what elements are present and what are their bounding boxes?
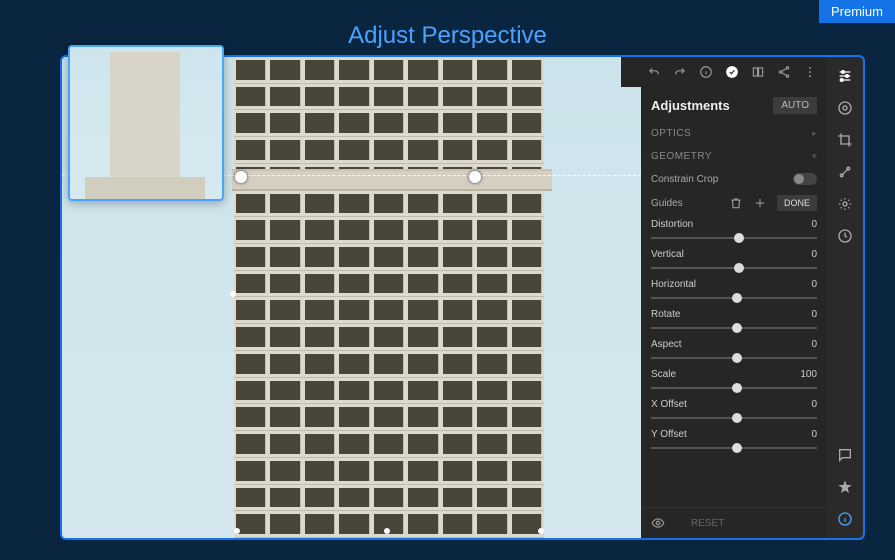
redo-icon[interactable] [673, 65, 687, 79]
slider-label: Rotate [651, 309, 680, 320]
guide-handle-left[interactable] [234, 170, 248, 184]
slider-value: 0 [811, 399, 817, 410]
undo-icon[interactable] [647, 65, 661, 79]
color-icon[interactable] [836, 99, 854, 117]
add-guide-icon[interactable] [753, 196, 767, 210]
page-title: Adjust Perspective [348, 22, 547, 50]
chevron-down-icon: ▾ [812, 151, 817, 162]
slider-label: Scale [651, 369, 676, 380]
slider-track[interactable] [651, 442, 817, 454]
top-toolbar [621, 57, 827, 87]
slider-y-offset: Y Offset 0 [641, 426, 827, 456]
slider-value: 0 [811, 279, 817, 290]
crop-corner[interactable] [234, 528, 240, 534]
comment-icon[interactable] [836, 446, 854, 464]
slider-rotate: Rotate 0 [641, 306, 827, 336]
slider-value: 0 [811, 309, 817, 320]
slider-label: Distortion [651, 219, 693, 230]
geometry-label: GEOMETRY [651, 151, 712, 162]
building-cornice [232, 169, 552, 191]
history-icon[interactable] [836, 227, 854, 245]
section-geometry[interactable]: GEOMETRY ▾ [641, 145, 827, 168]
slider-track[interactable] [651, 292, 817, 304]
slider-thumb[interactable] [734, 263, 744, 273]
slider-thumb[interactable] [732, 293, 742, 303]
menu-icon[interactable] [803, 65, 817, 79]
confirm-icon[interactable] [725, 65, 739, 79]
premium-badge: Premium [819, 0, 895, 23]
slider-thumb[interactable] [732, 443, 742, 453]
heal-icon[interactable] [836, 163, 854, 181]
slider-value: 0 [811, 339, 817, 350]
slider-value: 0 [811, 249, 817, 260]
slider-thumb[interactable] [732, 353, 742, 363]
slider-track[interactable] [651, 262, 817, 274]
slider-thumb[interactable] [732, 323, 742, 333]
building-image [234, 57, 544, 538]
slider-value: 0 [811, 219, 817, 230]
slider-track[interactable] [651, 352, 817, 364]
slider-track[interactable] [651, 382, 817, 394]
info-icon[interactable] [699, 65, 713, 79]
adjust-icon[interactable] [836, 67, 854, 85]
slider-x-offset: X Offset 0 [641, 396, 827, 426]
optics-label: OPTICS [651, 128, 691, 139]
slider-label: X Offset [651, 399, 687, 410]
thumbnail-preview[interactable] [68, 45, 224, 201]
constrain-crop-toggle[interactable] [793, 173, 817, 185]
slider-label: Aspect [651, 339, 682, 350]
slider-label: Vertical [651, 249, 684, 260]
slider-value: 100 [800, 369, 817, 380]
slider-horizontal: Horizontal 0 [641, 276, 827, 306]
constrain-crop-label: Constrain Crop [651, 174, 718, 185]
preset-icon[interactable] [836, 195, 854, 213]
compare-icon[interactable] [751, 65, 765, 79]
slider-thumb[interactable] [732, 383, 742, 393]
adjustments-panel: Adjustments AUTO OPTICS ▸ GEOMETRY ▾ Con… [641, 57, 827, 538]
done-button[interactable]: DONE [777, 195, 817, 211]
guides-label: Guides [651, 198, 683, 209]
crop-edge[interactable] [230, 291, 236, 297]
trash-icon[interactable] [729, 196, 743, 210]
slider-thumb[interactable] [734, 233, 744, 243]
crop-corner[interactable] [384, 528, 390, 534]
slider-scale: Scale 100 [641, 366, 827, 396]
auto-button[interactable]: AUTO [773, 97, 817, 114]
slider-aspect: Aspect 0 [641, 336, 827, 366]
guide-handle-right[interactable] [468, 170, 482, 184]
star-icon[interactable] [836, 478, 854, 496]
slider-vertical: Vertical 0 [641, 246, 827, 276]
slider-thumb[interactable] [732, 413, 742, 423]
panel-title: Adjustments [651, 98, 730, 113]
info-icon[interactable] [836, 510, 854, 528]
eye-icon[interactable] [651, 516, 665, 530]
chevron-right-icon: ▸ [812, 128, 817, 139]
slider-track[interactable] [651, 232, 817, 244]
slider-track[interactable] [651, 322, 817, 334]
right-toolbar [827, 57, 863, 538]
share-icon[interactable] [777, 65, 791, 79]
slider-label: Horizontal [651, 279, 696, 290]
slider-distortion: Distortion 0 [641, 216, 827, 246]
reset-button[interactable]: RESET [691, 518, 724, 529]
slider-value: 0 [811, 429, 817, 440]
slider-label: Y Offset [651, 429, 687, 440]
crop-icon[interactable] [836, 131, 854, 149]
slider-track[interactable] [651, 412, 817, 424]
crop-corner[interactable] [538, 528, 544, 534]
section-optics[interactable]: OPTICS ▸ [641, 122, 827, 145]
